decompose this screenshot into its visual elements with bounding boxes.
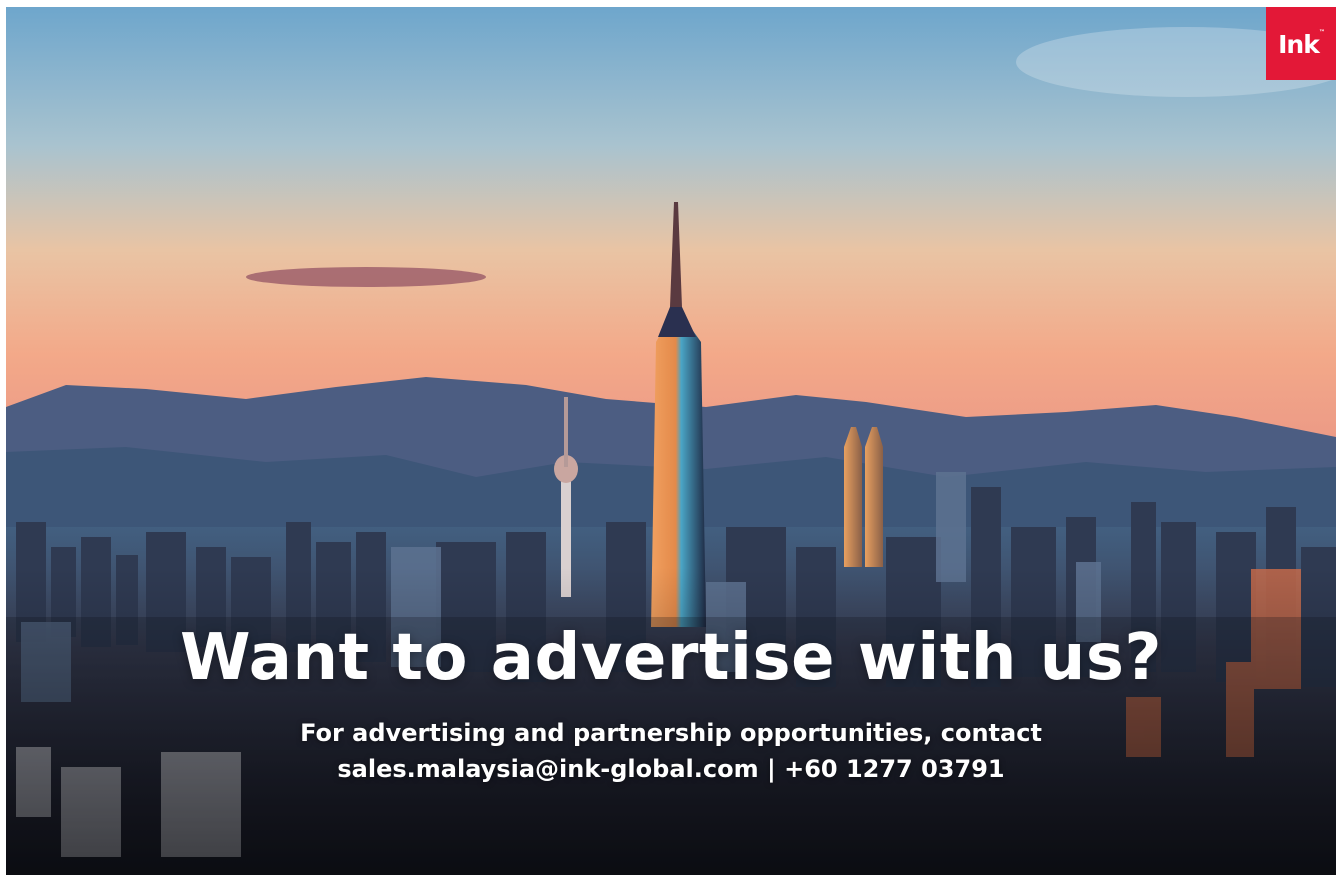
ink-logo[interactable]: Ink™	[1266, 7, 1336, 80]
advertise-banner: Ink™ Want to advertise with us? For adve…	[6, 7, 1336, 875]
ink-logo-text: Ink	[1278, 30, 1320, 59]
separator: |	[758, 755, 785, 783]
phone-link[interactable]: +60 1277 03791	[784, 755, 1005, 783]
subtext-line: For advertising and partnership opportun…	[300, 719, 1042, 747]
trademark-symbol: ™	[1318, 28, 1325, 36]
contact-text: For advertising and partnership opportun…	[6, 715, 1336, 787]
email-link[interactable]: sales.malaysia@ink-global.com	[337, 755, 758, 783]
headline: Want to advertise with us?	[179, 621, 1163, 695]
ad-copy: Want to advertise with us? For advertisi…	[6, 619, 1336, 787]
